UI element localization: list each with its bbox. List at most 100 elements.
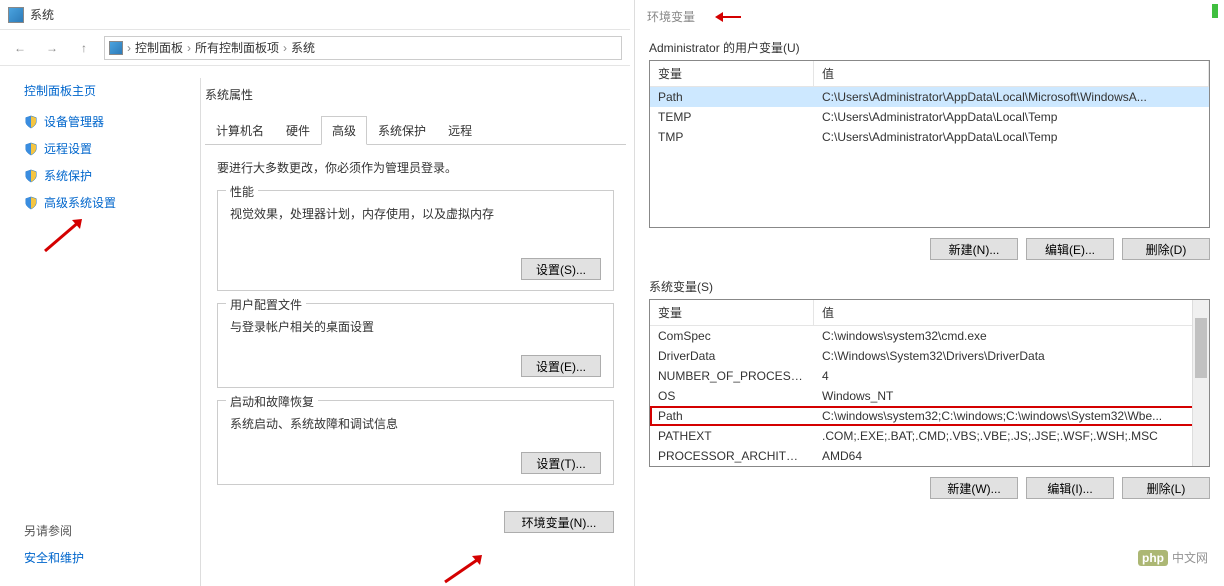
profiles-settings-button[interactable]: 设置(E)...	[521, 355, 601, 377]
sidebar-item-label: 远程设置	[44, 140, 92, 157]
var-name: NUMBER_OF_PROCESSORS	[650, 366, 814, 386]
col-variable[interactable]: 变量	[650, 300, 814, 325]
table-row[interactable]: PROCESSOR_ARCHITECT...AMD64	[650, 446, 1209, 466]
breadcrumb-item[interactable]: 所有控制面板项	[195, 39, 279, 56]
section-title: 系统变量(S)	[649, 278, 1210, 295]
table-row[interactable]: PathC:\windows\system32;C:\windows;C:\wi…	[650, 406, 1209, 426]
var-value: C:\windows\system32;C:\windows;C:\window…	[814, 406, 1209, 426]
section-title: Administrator 的用户变量(U)	[649, 39, 1210, 56]
admin-note: 要进行大多数更改，你必须作为管理员登录。	[217, 159, 614, 176]
edit-sys-var-button[interactable]: 编辑(I)...	[1026, 477, 1114, 499]
group-desc: 系统启动、系统故障和调试信息	[230, 415, 601, 432]
var-name: ComSpec	[650, 326, 814, 346]
delete-sys-var-button[interactable]: 删除(L)	[1122, 477, 1210, 499]
var-value: C:\Users\Administrator\AppData\Local\Mic…	[814, 87, 1209, 107]
var-name: PROCESSOR_ARCHITECT...	[650, 446, 814, 466]
table-row[interactable]: PathC:\Users\Administrator\AppData\Local…	[650, 87, 1209, 107]
scroll-thumb[interactable]	[1195, 318, 1207, 378]
annotation-arrow-icon	[440, 552, 490, 586]
table-row[interactable]: TMPC:\Users\Administrator\AppData\Local\…	[650, 127, 1209, 147]
col-variable[interactable]: 变量	[650, 61, 814, 86]
startup-settings-button[interactable]: 设置(T)...	[521, 452, 601, 474]
var-value: AMD64	[814, 446, 1209, 466]
annotation-arrow-icon	[40, 216, 90, 256]
forward-button[interactable]: →	[40, 36, 64, 60]
shield-icon	[24, 196, 38, 210]
environment-variables-button[interactable]: 环境变量(N)...	[504, 511, 614, 533]
var-name: TMP	[650, 127, 814, 147]
performance-settings-button[interactable]: 设置(S)...	[521, 258, 601, 280]
var-value: C:\windows\system32\cmd.exe	[814, 326, 1209, 346]
tab-hardware[interactable]: 硬件	[275, 116, 321, 145]
user-vars-section: Administrator 的用户变量(U) 变量 值 PathC:\Users…	[649, 39, 1210, 260]
sidebar-item-label: 设备管理器	[44, 113, 104, 130]
var-name: Path	[650, 406, 814, 426]
see-also-link[interactable]: 安全和维护	[24, 549, 84, 566]
sidebar-item-device-manager[interactable]: 设备管理器	[24, 113, 175, 130]
annotation-arrow-icon	[713, 10, 743, 24]
group-title: 性能	[226, 183, 258, 200]
dialog-title: 系统属性	[201, 78, 630, 115]
monitor-icon	[109, 41, 123, 55]
sidebar-item-label: 高级系统设置	[44, 194, 116, 211]
system-buttons: 新建(W)... 编辑(I)... 删除(L)	[649, 467, 1210, 499]
shield-icon	[24, 142, 38, 156]
breadcrumb-bar: ← → ↑ › 控制面板 › 所有控制面板项 › 系统	[0, 30, 630, 66]
performance-group: 性能 视觉效果，处理器计划，内存使用，以及虚拟内存 设置(S)...	[217, 190, 614, 291]
table-row[interactable]: NUMBER_OF_PROCESSORS4	[650, 366, 1209, 386]
tab-remote[interactable]: 远程	[437, 116, 483, 145]
title-bar: 系统	[0, 0, 630, 30]
system-vars-section: 系统变量(S) 变量 值 ComSpecC:\windows\system32\…	[649, 278, 1210, 499]
table-header: 变量 值	[650, 61, 1209, 87]
tab-bar: 计算机名 硬件 高级 系统保护 远程	[205, 115, 626, 145]
sidebar-item-remote[interactable]: 远程设置	[24, 140, 175, 157]
breadcrumb-item[interactable]: 系统	[291, 39, 315, 56]
system-vars-table[interactable]: 变量 值 ComSpecC:\windows\system32\cmd.exeD…	[649, 299, 1210, 467]
user-buttons: 新建(N)... 编辑(E)... 删除(D)	[649, 228, 1210, 260]
scrollbar[interactable]	[1192, 300, 1209, 466]
php-logo-icon: php	[1138, 550, 1168, 566]
var-value: .COM;.EXE;.BAT;.CMD;.VBS;.VBE;.JS;.JSE;.…	[814, 426, 1209, 446]
var-value: Windows_NT	[814, 386, 1209, 406]
table-header: 变量 值	[650, 300, 1209, 326]
dialog-title-bar: 环境变量	[635, 0, 1224, 33]
table-row[interactable]: PATHEXT.COM;.EXE;.BAT;.CMD;.VBS;.VBE;.JS…	[650, 426, 1209, 446]
table-row[interactable]: DriverDataC:\Windows\System32\Drivers\Dr…	[650, 346, 1209, 366]
user-vars-table[interactable]: 变量 值 PathC:\Users\Administrator\AppData\…	[649, 60, 1210, 228]
table-row[interactable]: ComSpecC:\windows\system32\cmd.exe	[650, 326, 1209, 346]
system-properties-dialog: 系统属性 计算机名 硬件 高级 系统保护 远程 要进行大多数更改，你必须作为管理…	[200, 78, 630, 586]
col-value[interactable]: 值	[814, 61, 1209, 86]
new-sys-var-button[interactable]: 新建(W)...	[930, 477, 1018, 499]
sidebar-item-protection[interactable]: 系统保护	[24, 167, 175, 184]
col-value[interactable]: 值	[814, 300, 1209, 325]
tab-advanced[interactable]: 高级	[321, 116, 367, 145]
var-value: C:\Users\Administrator\AppData\Local\Tem…	[814, 127, 1209, 147]
new-user-var-button[interactable]: 新建(N)...	[930, 238, 1018, 260]
breadcrumb-item[interactable]: 控制面板	[135, 39, 183, 56]
up-button[interactable]: ↑	[72, 36, 96, 60]
group-desc: 与登录帐户相关的桌面设置	[230, 318, 601, 335]
tab-protection[interactable]: 系统保护	[367, 116, 437, 145]
scroll-indicator-icon	[1212, 4, 1218, 18]
var-name: TEMP	[650, 107, 814, 127]
table-row[interactable]: TEMPC:\Users\Administrator\AppData\Local…	[650, 107, 1209, 127]
edit-user-var-button[interactable]: 编辑(E)...	[1026, 238, 1114, 260]
chevron-right-icon: ›	[127, 41, 131, 55]
delete-user-var-button[interactable]: 删除(D)	[1122, 238, 1210, 260]
tab-computer-name[interactable]: 计算机名	[205, 116, 275, 145]
back-button[interactable]: ←	[8, 36, 32, 60]
chevron-right-icon: ›	[283, 41, 287, 55]
control-panel-home-link[interactable]: 控制面板主页	[24, 82, 175, 99]
var-name: Path	[650, 87, 814, 107]
dialog-title: 环境变量	[647, 8, 695, 25]
var-name: DriverData	[650, 346, 814, 366]
environment-variables-dialog: 环境变量 Administrator 的用户变量(U) 变量 值 PathC:\…	[634, 0, 1224, 586]
table-row[interactable]: OSWindows_NT	[650, 386, 1209, 406]
see-also-header: 另请参阅	[24, 522, 84, 539]
address-bar[interactable]: › 控制面板 › 所有控制面板项 › 系统	[104, 36, 622, 60]
sidebar-item-advanced[interactable]: 高级系统设置	[24, 194, 175, 211]
var-value: C:\Windows\System32\Drivers\DriverData	[814, 346, 1209, 366]
var-name: OS	[650, 386, 814, 406]
group-title: 启动和故障恢复	[226, 393, 318, 410]
var-value: C:\Users\Administrator\AppData\Local\Tem…	[814, 107, 1209, 127]
